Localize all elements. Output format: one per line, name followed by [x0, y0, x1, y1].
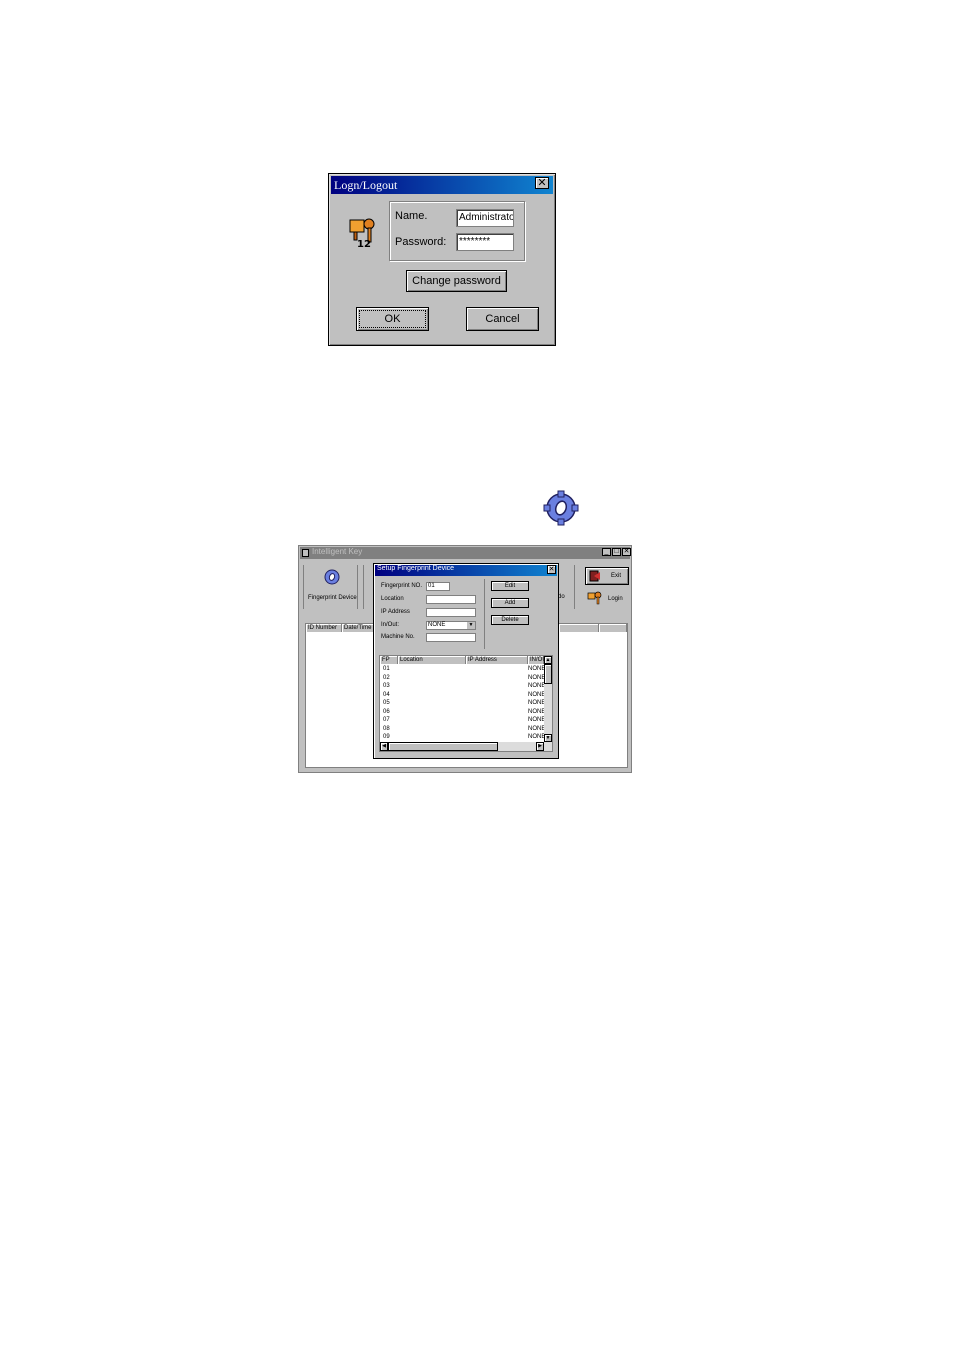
delete-button[interactable]: Delete — [491, 615, 529, 625]
scroll-thumb[interactable] — [544, 664, 552, 684]
name-field[interactable]: Administrator — [456, 209, 514, 227]
login-button[interactable]: Login — [585, 590, 629, 608]
toolbar-divider — [303, 565, 304, 609]
inout-select[interactable]: NONE ▼ — [426, 621, 476, 630]
ip-address-field[interactable] — [426, 608, 476, 617]
password-field[interactable]: ******** — [456, 233, 514, 251]
fingerprint-no-label: Fingerprint NO. — [381, 583, 423, 589]
gear-icon — [324, 569, 340, 585]
header-location[interactable]: Location — [398, 656, 466, 664]
keys-icon — [587, 591, 602, 605]
location-field[interactable] — [426, 595, 476, 604]
password-label: Password: — [395, 236, 447, 248]
login-label: Login — [608, 596, 623, 602]
ok-button[interactable]: OK — [356, 307, 429, 331]
login-title: Logn/Logout — [334, 178, 398, 192]
svg-text:12: 12 — [357, 239, 371, 250]
scroll-left-icon[interactable]: ◀ — [380, 742, 388, 751]
exit-door-icon — [589, 570, 600, 582]
toolbar-divider — [357, 565, 358, 609]
fingerprint-device-label: Fingerprint Device — [308, 595, 357, 601]
app-titlebar[interactable]: Intelligent Key — [300, 547, 630, 559]
maximize-button[interactable]: □ — [612, 548, 621, 556]
table-row[interactable]: 01 NONE — [383, 665, 545, 674]
table-row[interactable]: 05 NONE — [383, 699, 545, 708]
machine-no-field[interactable] — [426, 633, 476, 642]
login-dialog: Logn/Logout ✕ 12 Name. Administrator Pas… — [328, 173, 556, 346]
column-header-datetime[interactable]: Date/Time — [342, 624, 374, 632]
scroll-up-icon[interactable]: ▲ — [544, 656, 552, 664]
divider — [484, 579, 485, 649]
table-row[interactable]: 09 NONE — [383, 733, 545, 742]
name-label: Name. — [395, 210, 428, 222]
header-inout[interactable]: IN/OUT — [528, 656, 550, 664]
fingerprint-no-field[interactable]: 01 — [426, 582, 450, 591]
toolbar-divider — [363, 565, 364, 609]
login-titlebar[interactable]: Logn/Logout — [331, 176, 553, 194]
ip-address-label: IP Address — [381, 609, 410, 615]
table-row[interactable]: 06 NONE — [383, 708, 545, 717]
change-password-button[interactable]: Change password — [406, 270, 507, 292]
app-menu-icon[interactable] — [302, 549, 309, 557]
add-button[interactable]: Add — [491, 598, 529, 608]
hscroll-thumb[interactable] — [388, 742, 498, 751]
exit-label: Exit — [611, 573, 622, 579]
vertical-scrollbar[interactable]: ▲ ▼ — [544, 656, 552, 742]
column-header[interactable] — [559, 624, 599, 632]
chevron-down-icon[interactable]: ▼ — [467, 622, 475, 629]
header-fp[interactable]: FP — [380, 656, 398, 664]
keys-icon: 12 — [349, 218, 375, 250]
table-row[interactable]: 07 NONE — [383, 716, 545, 725]
exit-button[interactable]: Exit — [585, 567, 629, 585]
location-label: Location — [381, 596, 404, 602]
toolbar-partial-label: do — [558, 594, 565, 600]
setup-fingerprint-dialog: Setup Fingerprint Device ✕ Fingerprint N… — [373, 563, 559, 759]
fingerprint-device-button[interactable]: Fingerprint Device — [305, 566, 357, 610]
table-row[interactable]: 03 NONE — [383, 682, 545, 691]
table-body: 01 NONE 02 NONE 03 NONE 04 NONE 05 NONE 06 NON… — [383, 665, 545, 742]
toolbar-divider — [574, 565, 575, 609]
cancel-button[interactable]: Cancel — [466, 307, 539, 331]
app-title: Intelligent Key — [312, 547, 363, 556]
app-close-button[interactable]: ✕ — [622, 548, 631, 556]
gear-icon — [543, 490, 579, 526]
column-header-id[interactable]: ID Number — [306, 624, 342, 632]
inout-selected-value: NONE — [428, 622, 446, 628]
login-close-button[interactable]: ✕ — [535, 177, 549, 189]
scroll-right-icon[interactable]: ▶ — [536, 742, 544, 751]
machine-no-label: Machine No. — [381, 634, 415, 640]
inout-label: In/Out: — [381, 622, 400, 628]
edit-button[interactable]: Edit — [491, 581, 529, 591]
setup-titlebar[interactable]: Setup Fingerprint Device — [375, 565, 557, 576]
header-ip-address[interactable]: IP Address — [466, 656, 528, 664]
setup-close-button[interactable]: ✕ — [547, 565, 556, 574]
minimize-button[interactable]: _ — [602, 548, 611, 556]
horizontal-scrollbar[interactable]: ◀ ▶ — [380, 742, 552, 751]
column-header[interactable] — [599, 624, 627, 632]
scroll-down-icon[interactable]: ▼ — [544, 734, 552, 742]
table-row[interactable]: 08 NONE — [383, 725, 545, 734]
device-table[interactable]: FP Location IP Address IN/OUT 01 NONE 02 N… — [379, 655, 553, 752]
table-row[interactable]: 04 NONE — [383, 691, 545, 700]
table-row[interactable]: 02 NONE — [383, 674, 545, 683]
setup-title: Setup Fingerprint Device — [377, 565, 455, 572]
